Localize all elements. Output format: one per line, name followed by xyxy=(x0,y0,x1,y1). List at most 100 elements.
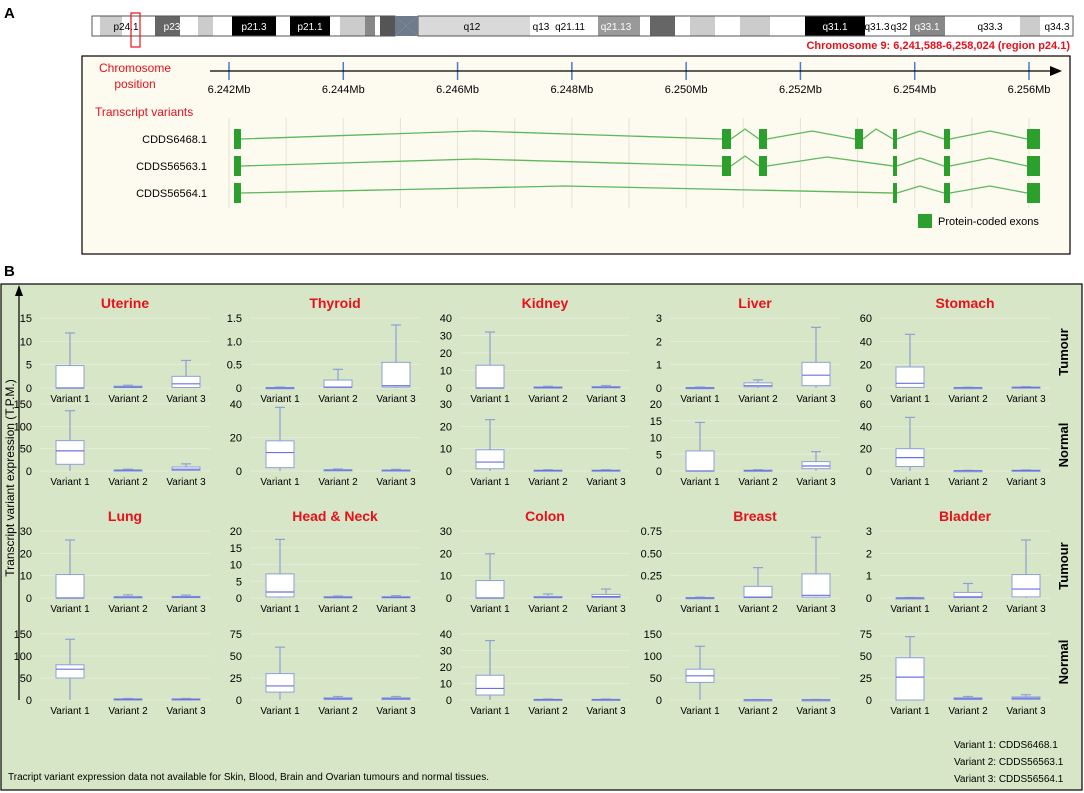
position-tick-label: 6.254Mb xyxy=(893,84,936,96)
y-tick-label: 20 xyxy=(650,399,662,411)
y-tick-label: 0.75 xyxy=(641,526,662,538)
x-tick-label: Variant 2 xyxy=(108,706,148,717)
x-tick-label: Variant 2 xyxy=(948,394,988,405)
exon-block xyxy=(722,156,731,176)
position-tick-label: 6.252Mb xyxy=(779,84,822,96)
exon-block xyxy=(944,183,950,203)
x-tick-label: Variant 2 xyxy=(738,706,778,717)
x-tick-label: Variant 3 xyxy=(376,394,416,405)
y-tick-label: 5 xyxy=(656,449,662,461)
exon-block xyxy=(234,129,241,149)
x-tick-label: Variant 2 xyxy=(948,604,988,615)
y-tick-label: 60 xyxy=(860,313,872,325)
chart-title: Thyroid xyxy=(309,295,360,311)
ideogram-band-label: q32 xyxy=(891,22,908,33)
y-tick-label: 10 xyxy=(440,679,452,691)
y-tick-label: 0 xyxy=(656,593,662,605)
x-tick-label: Variant 3 xyxy=(166,477,206,488)
exon-block xyxy=(759,156,767,176)
exon-block xyxy=(944,156,950,176)
y-tick-label: 25 xyxy=(860,673,872,685)
x-tick-label: Variant 2 xyxy=(528,604,568,615)
y-tick-label: 150 xyxy=(644,629,662,641)
variant-key-3: Variant 3: CDDS56564.1 xyxy=(954,774,1064,785)
x-tick-label: Variant 3 xyxy=(796,477,836,488)
transcript-variants-label: Transcript variants xyxy=(95,105,193,119)
x-tick-label: Variant 2 xyxy=(318,706,358,717)
y-tick-label: 40 xyxy=(440,629,452,641)
x-tick-label: Variant 2 xyxy=(738,394,778,405)
chart-title: Bladder xyxy=(939,508,992,524)
y-tick-label: 20 xyxy=(860,360,872,372)
box xyxy=(685,450,715,472)
ideogram-band-label: q12 xyxy=(464,22,481,33)
y-tick-label: 3 xyxy=(656,313,662,325)
y-tick-label: 0 xyxy=(866,593,872,605)
footnote: Tracript variant expression data not ava… xyxy=(8,772,489,783)
x-tick-label: Variant 1 xyxy=(260,706,300,717)
transcript-label: CDDS6468.1 xyxy=(142,134,207,146)
y-tick-label: 0 xyxy=(26,695,32,707)
y-tick-label: 10 xyxy=(230,560,242,572)
position-label-line2: position xyxy=(114,77,155,91)
row-label-normal-2: Normal xyxy=(1056,640,1071,685)
ideogram-band-label: q31.1 xyxy=(822,22,847,33)
ideogram-band-label: q31.3 xyxy=(864,22,889,33)
ideogram-band-label: q33.3 xyxy=(977,22,1002,33)
box xyxy=(475,580,505,599)
chart-title: Uterine xyxy=(101,295,149,311)
y-tick-label: 25 xyxy=(230,673,242,685)
exon-legend-label: Protein-coded exons xyxy=(938,216,1039,228)
y-tick-label: 40 xyxy=(860,336,872,348)
y-tick-label: 10 xyxy=(20,571,32,583)
x-tick-label: Variant 2 xyxy=(318,394,358,405)
x-tick-label: Variant 1 xyxy=(260,477,300,488)
x-tick-label: Variant 3 xyxy=(586,477,626,488)
y-tick-label: 0 xyxy=(446,695,452,707)
y-tick-label: 0 xyxy=(236,466,242,478)
panel-a-letter: A xyxy=(4,5,15,22)
ideogram-band xyxy=(276,16,290,36)
y-tick-label: 0 xyxy=(26,383,32,395)
y-tick-label: 15 xyxy=(230,543,242,555)
ideogram-band-label: p24.1 xyxy=(113,22,138,33)
y-tick-label: 20 xyxy=(20,548,32,560)
x-tick-label: Variant 3 xyxy=(586,604,626,615)
y-tick-label: 60 xyxy=(860,399,872,411)
row-label-tumour-1: Tumour xyxy=(1056,328,1071,375)
y-tick-label: 5 xyxy=(26,360,32,372)
x-tick-label: Variant 3 xyxy=(1006,604,1046,615)
y-tick-label: 40 xyxy=(860,421,872,433)
y-tick-label: 20 xyxy=(440,548,452,560)
x-tick-label: Variant 2 xyxy=(528,706,568,717)
x-tick-label: Variant 3 xyxy=(1006,477,1046,488)
ideogram-band xyxy=(945,16,965,36)
y-tick-label: 0.50 xyxy=(641,548,662,560)
exon-block xyxy=(234,183,241,203)
ideogram-band xyxy=(198,16,213,36)
ideogram-band-label: p23 xyxy=(164,22,181,33)
x-tick-label: Variant 2 xyxy=(948,706,988,717)
x-tick-label: Variant 2 xyxy=(528,477,568,488)
box xyxy=(55,574,85,599)
ideogram-band xyxy=(770,16,805,36)
y-tick-label: 50 xyxy=(650,673,662,685)
chart-title: Head & Neck xyxy=(292,508,378,524)
x-tick-label: Variant 3 xyxy=(376,706,416,717)
box xyxy=(475,674,505,696)
box xyxy=(743,585,773,599)
box xyxy=(171,375,201,389)
y-tick-label: 50 xyxy=(860,651,872,663)
x-tick-label: Variant 3 xyxy=(796,604,836,615)
y-tick-label: 15 xyxy=(20,313,32,325)
ideogram-band xyxy=(650,16,675,36)
ideogram-band xyxy=(715,16,740,36)
x-tick-label: Variant 1 xyxy=(50,706,90,717)
x-tick-label: Variant 1 xyxy=(260,394,300,405)
exon-block xyxy=(893,183,897,203)
y-tick-label: 40 xyxy=(230,399,242,411)
box xyxy=(55,440,85,465)
y-tick-label: 2 xyxy=(866,548,872,560)
ideogram-band xyxy=(690,16,715,36)
x-tick-label: Variant 3 xyxy=(796,394,836,405)
